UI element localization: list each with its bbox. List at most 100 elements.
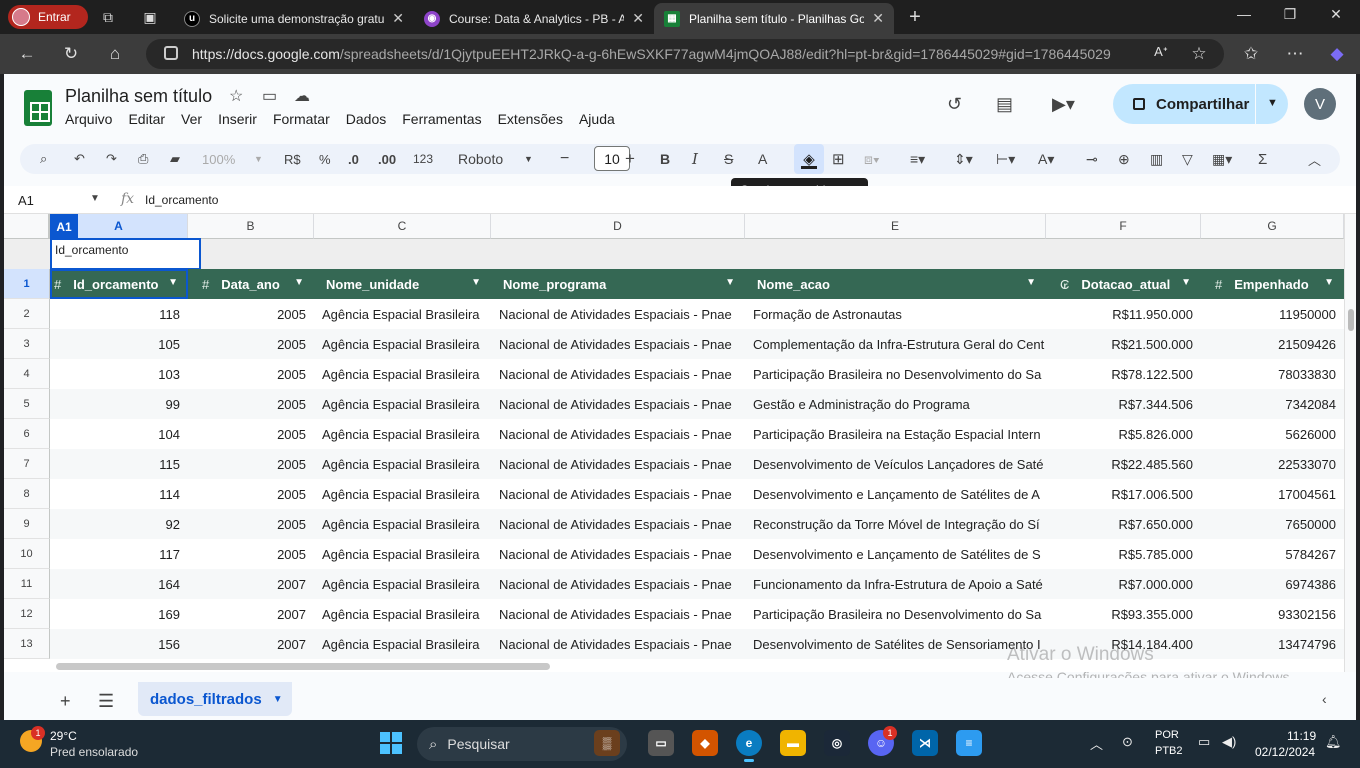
display-icon[interactable]: ▭ bbox=[1198, 734, 1210, 750]
cell-nome-unidade[interactable]: Agência Espacial Brasileira bbox=[314, 389, 491, 419]
sheets-logo[interactable] bbox=[24, 90, 52, 126]
row-header[interactable]: 11 bbox=[4, 569, 50, 599]
cell-nome-unidade[interactable]: Agência Espacial Brasileira bbox=[314, 479, 491, 509]
percent-format-button[interactable]: % bbox=[319, 150, 331, 168]
cell-id-orcamento[interactable]: 169 bbox=[50, 599, 188, 629]
menu-dados[interactable]: Dados bbox=[346, 111, 386, 127]
restore-icon[interactable]: ❐ bbox=[1280, 6, 1300, 23]
cell-id-orcamento[interactable]: 164 bbox=[50, 569, 188, 599]
reload-icon[interactable]: ↻ bbox=[60, 44, 82, 64]
cell-id-orcamento[interactable]: 117 bbox=[50, 539, 188, 569]
row-header[interactable]: 9 bbox=[4, 509, 50, 539]
cell-nome-unidade[interactable]: Agência Espacial Brasileira bbox=[314, 539, 491, 569]
print-icon[interactable]: ⎙ bbox=[138, 150, 148, 168]
search-menus-icon[interactable]: ⌕ bbox=[40, 150, 47, 168]
cell-nome-acao[interactable]: Reconstrução da Torre Móvel de Integraçã… bbox=[745, 509, 1046, 539]
tab-course[interactable]: ◉ Course: Data & Analytics - PB - AW ✕ bbox=[414, 3, 654, 34]
decrease-decimal-button[interactable]: .0 bbox=[348, 150, 359, 168]
align-vertical-icon[interactable]: ⇕▾ bbox=[954, 150, 973, 168]
cell-nome-unidade[interactable]: Agência Espacial Brasileira bbox=[314, 599, 491, 629]
task-view-icon[interactable]: ▭ bbox=[648, 730, 674, 756]
row-header[interactable]: 5 bbox=[4, 389, 50, 419]
cell-data-ano[interactable]: 2005 bbox=[188, 299, 314, 329]
align-horizontal-icon[interactable]: ≡▾ bbox=[910, 150, 925, 168]
cell-nome-programa[interactable]: Nacional de Atividades Espaciais - Pnae bbox=[491, 569, 745, 599]
comment-icon[interactable]: ⊕ bbox=[1118, 150, 1130, 168]
url-input[interactable]: https://docs.google.com/spreadsheets/d/1… bbox=[146, 39, 1224, 69]
weather-description[interactable]: Pred ensolarado bbox=[50, 745, 138, 759]
profile-button[interactable]: Entrar bbox=[8, 5, 88, 29]
workspaces-icon[interactable]: ⧉ bbox=[99, 8, 117, 26]
cell-empenhado[interactable]: 17004561 bbox=[1201, 479, 1344, 509]
formula-input[interactable]: Id_orcamento bbox=[145, 193, 218, 207]
row-header[interactable]: 6 bbox=[4, 419, 50, 449]
cell-empenhado[interactable]: 7342084 bbox=[1201, 389, 1344, 419]
volume-icon[interactable]: ◀) bbox=[1222, 734, 1236, 750]
edge-icon[interactable]: e bbox=[736, 730, 762, 762]
chevron-down-icon[interactable]: ▼ bbox=[1026, 277, 1036, 288]
cell-dotacao-atual[interactable]: R$93.355.000 bbox=[1046, 599, 1201, 629]
row-header[interactable]: 2 bbox=[4, 299, 50, 329]
cell-nome-unidade[interactable]: Agência Espacial Brasileira bbox=[314, 299, 491, 329]
row-header[interactable]: 3 bbox=[4, 329, 50, 359]
row-header[interactable]: 1 bbox=[4, 269, 50, 299]
cell-id-orcamento[interactable]: 104 bbox=[50, 419, 188, 449]
cell-id-orcamento[interactable]: 103 bbox=[50, 359, 188, 389]
tab-demo[interactable]: u Solicite uma demonstração gratu ✕ bbox=[174, 3, 414, 34]
column-header-c[interactable]: C bbox=[314, 214, 491, 239]
favorites-icon[interactable]: ✩ bbox=[1240, 44, 1262, 64]
select-all-corner[interactable] bbox=[4, 214, 50, 239]
row-header[interactable]: 4 bbox=[4, 359, 50, 389]
cell-nome-programa[interactable]: Nacional de Atividades Espaciais - Pnae bbox=[491, 419, 745, 449]
sheet-tab-dados-filtrados[interactable]: dados_filtrados ▼ bbox=[138, 682, 292, 716]
cell-id-orcamento[interactable]: 156 bbox=[50, 629, 188, 659]
row-header[interactable]: 7 bbox=[4, 449, 50, 479]
cell-data-ano[interactable]: 2005 bbox=[188, 539, 314, 569]
cell-nome-programa[interactable]: Nacional de Atividades Espaciais - Pnae bbox=[491, 449, 745, 479]
steam-icon[interactable]: ◎ bbox=[824, 730, 850, 756]
cell-data-ano[interactable]: 2005 bbox=[188, 359, 314, 389]
text-wrap-icon[interactable]: ⊢▾ bbox=[996, 150, 1015, 168]
cell-nome-unidade[interactable]: Agência Espacial Brasileira bbox=[314, 359, 491, 389]
cell-nome-acao[interactable]: Desenvolvimento e Lançamento de Satélite… bbox=[745, 539, 1046, 569]
header-id-orcamento[interactable]: # Id_orcamento ▼ bbox=[50, 269, 188, 299]
share-dropdown-icon[interactable]: ▼ bbox=[1267, 97, 1278, 109]
home-icon[interactable]: ⌂ bbox=[104, 44, 126, 64]
move-folder-icon[interactable]: ▭ bbox=[262, 86, 277, 106]
cell-empenhado[interactable]: 6974386 bbox=[1201, 569, 1344, 599]
text-rotation-icon[interactable]: A▾ bbox=[1038, 150, 1054, 168]
cell-nome-programa[interactable]: Nacional de Atividades Espaciais - Pnae bbox=[491, 359, 745, 389]
cell-data-ano[interactable]: 2005 bbox=[188, 389, 314, 419]
tab-sheets[interactable]: ▦ Planilha sem título - Planilhas Goo ✕ bbox=[654, 3, 894, 34]
cell-nome-acao[interactable]: Desenvolvimento de Satélites de Sensoria… bbox=[745, 629, 1046, 659]
cell-data-ano[interactable]: 2007 bbox=[188, 599, 314, 629]
font-select[interactable]: Roboto bbox=[458, 150, 503, 168]
cell-id-orcamento[interactable]: 99 bbox=[50, 389, 188, 419]
cell-id-orcamento[interactable]: 92 bbox=[50, 509, 188, 539]
fill-color-button[interactable]: ◈ bbox=[794, 144, 824, 174]
cell-data-ano[interactable]: 2005 bbox=[188, 449, 314, 479]
cell-id-orcamento[interactable]: 115 bbox=[50, 449, 188, 479]
minimize-icon[interactable]: — bbox=[1234, 6, 1254, 22]
all-sheets-icon[interactable]: ☰ bbox=[98, 691, 114, 712]
chevron-down-icon[interactable]: ▼ bbox=[471, 277, 481, 288]
document-title[interactable]: Planilha sem título bbox=[65, 86, 212, 107]
undo-icon[interactable]: ↶ bbox=[74, 150, 85, 168]
number-format-button[interactable]: 123 bbox=[413, 150, 433, 168]
cell-nome-programa[interactable]: Nacional de Atividades Espaciais - Pnae bbox=[491, 479, 745, 509]
copilot-app-icon[interactable]: ◆ bbox=[692, 730, 718, 756]
cell-nome-unidade[interactable]: Agência Espacial Brasileira bbox=[314, 329, 491, 359]
column-header-f[interactable]: F bbox=[1046, 214, 1201, 239]
column-header-b[interactable]: B bbox=[188, 214, 314, 239]
chevron-down-icon[interactable]: ▼ bbox=[1324, 277, 1334, 288]
column-header-g[interactable]: G bbox=[1201, 214, 1344, 239]
header-nome-unidade[interactable]: Nome_unidade ▼ bbox=[314, 269, 491, 299]
cell-data-ano[interactable]: 2007 bbox=[188, 629, 314, 659]
menu-formatar[interactable]: Formatar bbox=[273, 111, 330, 127]
vscode-icon[interactable]: ⋊ bbox=[912, 730, 938, 756]
borders-icon[interactable]: ⊞ bbox=[832, 150, 845, 168]
cell-empenhado[interactable]: 22533070 bbox=[1201, 449, 1344, 479]
cell-nome-programa[interactable]: Nacional de Atividades Espaciais - Pnae bbox=[491, 599, 745, 629]
cell-data-ano[interactable]: 2005 bbox=[188, 509, 314, 539]
bold-button[interactable]: B bbox=[660, 150, 670, 168]
